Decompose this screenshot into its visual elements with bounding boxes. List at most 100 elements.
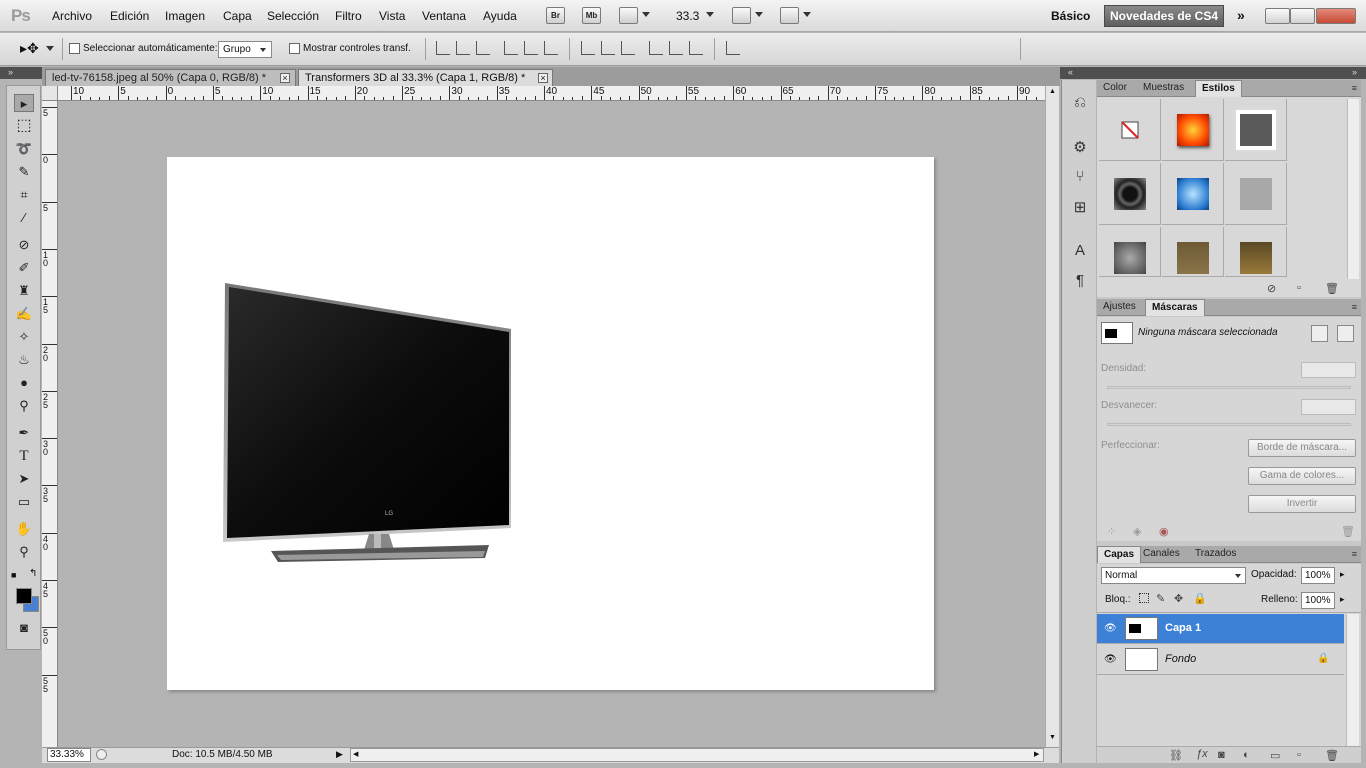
close-icon[interactable]: ×: [280, 73, 290, 83]
align-left-icon[interactable]: [504, 41, 518, 55]
lock-position-icon[interactable]: ✥: [1174, 592, 1183, 605]
menu-filtro[interactable]: Filtro: [335, 9, 362, 23]
add-vector-mask-icon[interactable]: [1337, 325, 1354, 342]
tab-adjustments[interactable]: Ajustes: [1097, 299, 1142, 316]
align-horizontal-center-icon[interactable]: [524, 41, 538, 55]
style-none[interactable]: [1099, 99, 1161, 161]
horizontal-scrollbar[interactable]: ◀ ▶: [350, 748, 1044, 762]
path-selection-tool-icon[interactable]: ➤: [14, 470, 34, 488]
style-swatch[interactable]: [1099, 227, 1161, 277]
style-swatch[interactable]: [1099, 163, 1161, 225]
brushes-panel-icon[interactable]: ⑂: [1071, 168, 1089, 185]
scroll-left-icon[interactable]: ◀: [353, 750, 358, 758]
mask-edge-button[interactable]: Borde de máscara...: [1248, 439, 1356, 457]
vertical-ruler[interactable]: 50510152025303540455055: [42, 101, 58, 747]
mini-bridge-button[interactable]: Mb: [582, 7, 601, 24]
menu-ventana[interactable]: Ventana: [422, 9, 466, 23]
healing-brush-tool-icon[interactable]: ⊘: [14, 236, 34, 254]
auto-align-layers-icon[interactable]: [726, 41, 740, 55]
quick-mask-icon[interactable]: ◙: [14, 619, 34, 637]
panel-menu-icon[interactable]: ≡: [1352, 83, 1357, 93]
lock-all-icon[interactable]: 🔒: [1193, 592, 1207, 605]
apply-mask-icon[interactable]: ◈: [1133, 525, 1141, 538]
arrange-documents-icon[interactable]: [732, 7, 751, 24]
blend-mode-dropdown[interactable]: Normal: [1101, 567, 1246, 584]
tab-paths[interactable]: Trazados: [1189, 546, 1242, 563]
opacity-slider-arrow-icon[interactable]: ▸: [1340, 569, 1345, 580]
lock-transparent-icon[interactable]: [1139, 593, 1149, 603]
auto-select-checkbox[interactable]: [69, 43, 80, 54]
trash-icon[interactable]: 🗑: [1325, 282, 1339, 295]
distribute-horizontal-center-icon[interactable]: [669, 41, 683, 55]
layer-row-capa-1[interactable]: 👁 Capa 1: [1097, 614, 1344, 644]
expand-panels-icon[interactable]: »: [8, 67, 13, 77]
scroll-down-icon[interactable]: ▼: [1049, 734, 1056, 741]
align-bottom-icon[interactable]: [476, 41, 490, 55]
layers-scrollbar[interactable]: [1346, 614, 1359, 746]
layer-row-fondo[interactable]: 👁 Fondo 🔒: [1097, 645, 1344, 675]
new-group-icon[interactable]: ▭: [1270, 749, 1280, 762]
menu-vista[interactable]: Vista: [379, 9, 405, 23]
paint-bucket-tool-icon[interactable]: ♨: [14, 351, 34, 369]
disable-mask-icon[interactable]: ◉: [1159, 525, 1169, 538]
paragraph-panel-icon[interactable]: ¶: [1071, 272, 1089, 289]
menu-edicion[interactable]: Edición: [110, 9, 149, 23]
restore-button[interactable]: [1290, 8, 1315, 24]
scroll-right-icon[interactable]: ▶: [1034, 750, 1039, 758]
chevron-down-icon[interactable]: [642, 12, 650, 17]
character-panel-icon[interactable]: A: [1071, 242, 1089, 259]
trash-icon[interactable]: 🗑: [1341, 525, 1355, 538]
tab-color[interactable]: Color: [1097, 80, 1133, 97]
distribute-bottom-icon[interactable]: [621, 41, 635, 55]
distribute-top-icon[interactable]: [581, 41, 595, 55]
chevron-down-icon[interactable]: [755, 12, 763, 17]
status-menu-arrow-icon[interactable]: ▶: [336, 749, 343, 760]
minimize-button[interactable]: [1265, 8, 1290, 24]
show-transform-checkbox[interactable]: [289, 43, 300, 54]
tab-channels[interactable]: Canales: [1137, 546, 1186, 563]
styles-scrollbar[interactable]: [1347, 99, 1359, 279]
tv-image[interactable]: [223, 279, 515, 564]
style-swatch[interactable]: [1225, 99, 1287, 161]
distribute-left-icon[interactable]: [649, 41, 663, 55]
horizontal-ruler[interactable]: 10 5 0 5 10 15 20 25 30 35 40 45 50 55 60 65 70 75 80 85 90: [58, 86, 1045, 101]
brush-tool-icon[interactable]: ✐: [14, 259, 34, 277]
new-layer-icon[interactable]: ▫: [1297, 749, 1301, 761]
type-tool-icon[interactable]: T: [14, 447, 34, 465]
align-vertical-center-icon[interactable]: [456, 41, 470, 55]
style-swatch[interactable]: [1162, 227, 1224, 277]
lock-pixels-icon[interactable]: ✎: [1156, 592, 1165, 605]
new-style-icon[interactable]: ▫: [1297, 282, 1301, 294]
marquee-tool-icon[interactable]: ⬚: [14, 117, 34, 135]
tab-layers[interactable]: Capas: [1097, 546, 1142, 563]
fill-slider-arrow-icon[interactable]: ▸: [1340, 594, 1345, 605]
distribute-vertical-center-icon[interactable]: [601, 41, 615, 55]
close-button[interactable]: [1316, 8, 1356, 24]
workspace-basic[interactable]: Básico: [1051, 9, 1090, 23]
screen-mode-icon[interactable]: [780, 7, 799, 24]
ruler-origin[interactable]: [42, 86, 58, 101]
layer-effects-icon[interactable]: ƒx: [1196, 748, 1208, 760]
link-layers-icon[interactable]: ⛓: [1169, 749, 1183, 762]
foreground-color-swatch[interactable]: [16, 588, 32, 604]
visibility-eye-icon[interactable]: 👁: [1104, 623, 1117, 634]
more-workspaces-icon[interactable]: »: [1237, 7, 1245, 23]
history-brush-tool-icon[interactable]: ✍: [14, 305, 34, 323]
quick-selection-tool-icon[interactable]: ✎: [14, 163, 34, 181]
chevron-down-icon[interactable]: [803, 12, 811, 17]
align-top-icon[interactable]: [436, 41, 450, 55]
eyedropper-tool-icon[interactable]: ⁄: [14, 209, 34, 227]
collapse-panels-icon[interactable]: »: [1352, 67, 1357, 77]
panel-menu-icon[interactable]: ≡: [1352, 549, 1357, 559]
tab-swatches[interactable]: Muestras: [1137, 80, 1190, 97]
crop-tool-icon[interactable]: ⌗: [14, 186, 34, 204]
history-panel-icon[interactable]: ⎌: [1071, 94, 1089, 111]
fill-field[interactable]: 100%: [1301, 592, 1335, 609]
add-pixel-mask-icon[interactable]: [1311, 325, 1328, 342]
eraser-tool-icon[interactable]: ✧: [14, 328, 34, 346]
menu-capa[interactable]: Capa: [223, 9, 252, 23]
color-range-button[interactable]: Gama de colores...: [1248, 467, 1356, 485]
adjustment-layer-icon[interactable]: ◐: [1243, 749, 1250, 761]
style-swatch[interactable]: [1225, 163, 1287, 225]
guides-icon[interactable]: [619, 7, 638, 24]
